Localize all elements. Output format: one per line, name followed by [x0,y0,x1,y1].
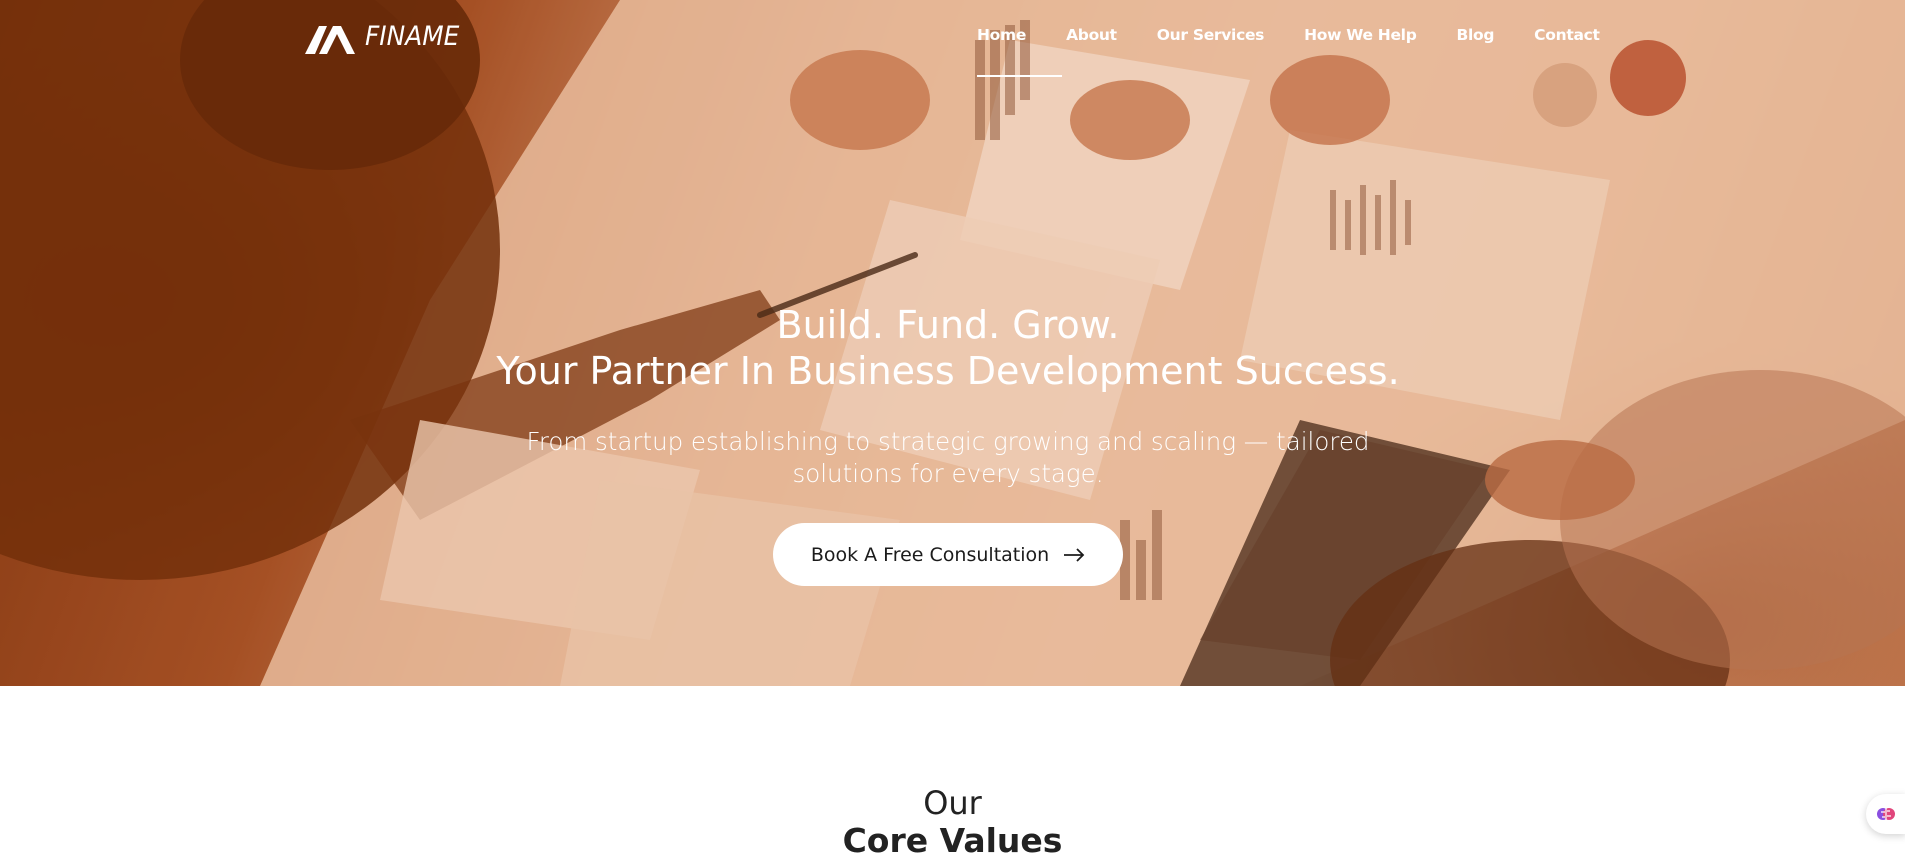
brain-icon [1877,808,1895,820]
brand-logo[interactable]: FINAME [305,18,468,54]
nav-contact[interactable]: Contact [1534,26,1600,44]
book-consultation-button[interactable]: Book A Free Consultation [773,523,1123,586]
floating-assistant-widget[interactable] [1866,794,1905,834]
arrow-right-icon [1064,547,1085,562]
hero-title-line1: Build. Fund. Grow. [776,303,1120,347]
main-nav: Home About Our Services How We Help Blog… [977,26,1600,44]
nav-how-we-help[interactable]: How We Help [1304,26,1417,44]
finame-logo-mark-icon [305,26,355,54]
nav-home[interactable]: Home [977,26,1026,44]
nav-about[interactable]: About [1066,26,1117,44]
hero-subtitle: From startup establishing to strategic g… [526,427,1370,488]
hero-title: Build. Fund. Grow. Your Partner In Busin… [0,302,1896,394]
cta-label: Book A Free Consultation [810,543,1050,566]
core-values-heading-light: Our [923,784,982,822]
hero-title-line2: Your Partner In Business Development Suc… [496,349,1400,393]
brand-name: FINAME [365,20,460,52]
nav-blog[interactable]: Blog [1457,26,1495,44]
nav-active-indicator [977,75,1062,77]
nav-our-services[interactable]: Our Services [1157,26,1265,44]
core-values-heading-bold: Core Values [842,821,1063,860]
